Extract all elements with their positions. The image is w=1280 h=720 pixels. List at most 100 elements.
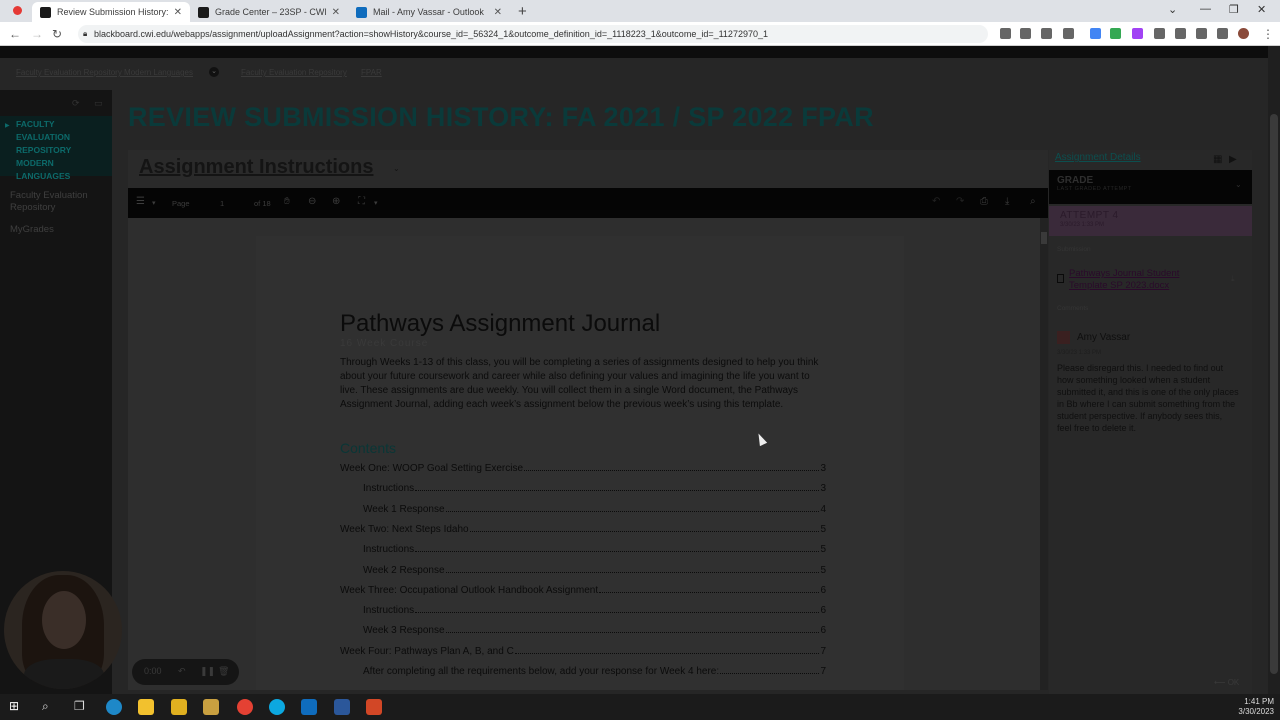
- submission-file-link[interactable]: Pathways Journal Student Template SP 202…: [1069, 268, 1219, 292]
- side-panel-icon[interactable]: [1217, 28, 1228, 39]
- chevron-down-icon[interactable]: ▾: [374, 199, 378, 207]
- toc-entry[interactable]: After completing all the requirements be…: [363, 663, 826, 677]
- toc-entry[interactable]: Week Three: Occupational Outlook Handboo…: [340, 582, 826, 596]
- fit-page-icon[interactable]: ⛶: [358, 196, 365, 207]
- document-viewer[interactable]: Pathways Assignment Journal 16 Week Cour…: [128, 218, 1040, 690]
- trash-icon[interactable]: 🗑︎: [218, 666, 229, 677]
- store-icon[interactable]: [171, 699, 187, 715]
- task-view-icon[interactable]: ❐: [74, 699, 85, 713]
- instructions-title[interactable]: Assignment Instructions: [139, 156, 373, 179]
- pan-hand-icon[interactable]: ✋︎: [284, 196, 290, 207]
- chrome-icon[interactable]: [237, 699, 253, 715]
- restore-icon[interactable]: ❐: [1229, 3, 1239, 16]
- minimize-icon[interactable]: —: [1200, 3, 1211, 15]
- menu-icon[interactable]: ⋮: [1262, 27, 1274, 41]
- course-name[interactable]: FACULTY EVALUATION REPOSITORY MODERN LAN…: [16, 118, 96, 183]
- search-icon[interactable]: ⌕: [42, 699, 49, 714]
- collapse-arrow-icon[interactable]: ▶: [5, 122, 10, 129]
- grade-title: GRADE: [1057, 175, 1094, 186]
- extension-icon[interactable]: [1090, 28, 1101, 39]
- nav-item-mygrades[interactable]: MyGrades: [10, 224, 106, 236]
- nav-item-faculty-evaluation-repository[interactable]: Faculty Evaluation Repository: [10, 190, 106, 214]
- toc-entry[interactable]: Instructions 3: [363, 480, 826, 494]
- print-icon[interactable]: ⎙: [980, 196, 988, 207]
- reload-icon[interactable]: ↻: [52, 27, 62, 41]
- profile-avatar[interactable]: [1238, 28, 1249, 39]
- word-icon[interactable]: [334, 699, 350, 715]
- collapse-panel-icon[interactable]: ▶: [1229, 154, 1237, 165]
- download-icon[interactable]: ⤓: [1231, 274, 1235, 284]
- scrollbar-thumb[interactable]: [1041, 232, 1047, 244]
- extension-icon[interactable]: [1110, 28, 1121, 39]
- toc-entry[interactable]: Instructions 5: [363, 541, 826, 555]
- folder-icon[interactable]: ▭: [94, 98, 103, 109]
- chevron-down-icon[interactable]: ⌄: [393, 164, 400, 173]
- toc-entry[interactable]: Week 1 Response 4: [363, 501, 826, 515]
- toc-leader: [469, 530, 820, 532]
- browser-tab-outlook[interactable]: Mail - Amy Vassar - Outlook ✕: [348, 2, 510, 22]
- clock-date: 3/30/2023: [1238, 707, 1274, 716]
- toc-entry[interactable]: Week One: WOOP Goal Setting Exercise 3: [340, 460, 826, 474]
- ok-button[interactable]: ⟵ OK: [1214, 678, 1239, 687]
- camera-icon[interactable]: [1000, 28, 1011, 39]
- browser-tab-grade-center[interactable]: Grade Center – 23SP - CWI-101 - ✕: [190, 2, 348, 22]
- breadcrumb-course[interactable]: Faculty Evaluation Repository Modern Lan…: [16, 68, 193, 77]
- file-explorer-icon[interactable]: [138, 699, 154, 715]
- comments-label: Comments: [1057, 305, 1089, 312]
- toc-leader: [415, 612, 820, 614]
- windows-start-icon[interactable]: ⊞: [9, 699, 19, 713]
- toc-entry[interactable]: Week Two: Next Steps Idaho 5: [340, 521, 826, 535]
- download-icon[interactable]: [1196, 28, 1207, 39]
- redo-icon[interactable]: ↷: [956, 196, 964, 207]
- forward-icon[interactable]: →: [31, 27, 43, 41]
- close-tab-icon[interactable]: ✕: [494, 7, 502, 18]
- zoom-icon[interactable]: [1020, 28, 1031, 39]
- toc-entry[interactable]: Instructions 6: [363, 602, 826, 616]
- search-icon[interactable]: ⌕: [1030, 196, 1036, 207]
- url-field[interactable]: 🔒︎ blackboard.cwi.edu/webapps/assignment…: [78, 25, 988, 43]
- share-icon[interactable]: [1041, 28, 1052, 39]
- breadcrumb-fpar[interactable]: FPAR: [361, 68, 382, 77]
- powerpoint-icon[interactable]: [366, 699, 382, 715]
- breadcrumb-repository[interactable]: Faculty Evaluation Repository: [241, 68, 347, 77]
- chevron-down-icon[interactable]: ⌄: [1235, 180, 1242, 189]
- attempt-row[interactable]: ATTEMPT 4 3/30/23 1:33 PM: [1049, 206, 1252, 236]
- rewind-icon[interactable]: ↶: [178, 666, 186, 677]
- zoom-in-icon[interactable]: ⊕: [332, 196, 340, 207]
- toc-entry[interactable]: Week Four: Pathways Plan A, B, and C 7: [340, 643, 826, 657]
- extension-icon[interactable]: [1132, 28, 1143, 39]
- skype-icon[interactable]: [269, 699, 285, 715]
- bookmark-star-icon[interactable]: [1063, 28, 1074, 39]
- toc-entry[interactable]: Week 2 Response 5: [363, 562, 826, 576]
- new-tab-icon[interactable]: +: [518, 3, 527, 20]
- document-scrollbar[interactable]: [1040, 218, 1048, 690]
- edge-icon[interactable]: [106, 699, 122, 715]
- scrollbar-thumb[interactable]: [1270, 114, 1278, 674]
- toc-page-number: 7: [820, 666, 826, 677]
- tab-search-icon[interactable]: ⌄: [1168, 3, 1177, 16]
- close-tab-icon[interactable]: ✕: [174, 7, 182, 18]
- close-tab-icon[interactable]: ✕: [332, 7, 340, 18]
- download-icon[interactable]: ⤓: [1005, 196, 1009, 207]
- chevron-down-icon[interactable]: ▾: [152, 199, 156, 207]
- refresh-icon[interactable]: ⟳: [72, 98, 80, 109]
- outlook-icon[interactable]: [301, 699, 317, 715]
- back-icon[interactable]: ←: [9, 27, 21, 41]
- assignment-details-link[interactable]: Assignment Details: [1055, 152, 1141, 163]
- system-clock[interactable]: 1:41 PM 3/30/2023: [1238, 697, 1274, 717]
- extension-icon[interactable]: [1154, 28, 1165, 39]
- breadcrumb-menu-icon[interactable]: ⌄: [209, 67, 219, 77]
- toc-entry[interactable]: Week 3 Response 6: [363, 622, 826, 636]
- puzzle-icon[interactable]: [1175, 28, 1186, 39]
- page-scrollbar[interactable]: [1268, 46, 1280, 694]
- sidebar-toggle-icon[interactable]: ☰: [136, 196, 145, 207]
- expand-icon[interactable]: ▦: [1213, 154, 1222, 165]
- pause-icon[interactable]: ❚❚: [200, 666, 215, 677]
- commenter-name: Amy Vassar: [1077, 332, 1131, 343]
- browser-tab-review-submission[interactable]: Review Submission History: FA 20 ✕: [32, 2, 190, 22]
- page-number-input[interactable]: 1: [220, 199, 224, 208]
- undo-icon[interactable]: ↶: [932, 196, 940, 207]
- close-window-icon[interactable]: ✕: [1257, 3, 1266, 16]
- app-icon[interactable]: [203, 699, 219, 715]
- zoom-out-icon[interactable]: ⊖: [308, 196, 316, 207]
